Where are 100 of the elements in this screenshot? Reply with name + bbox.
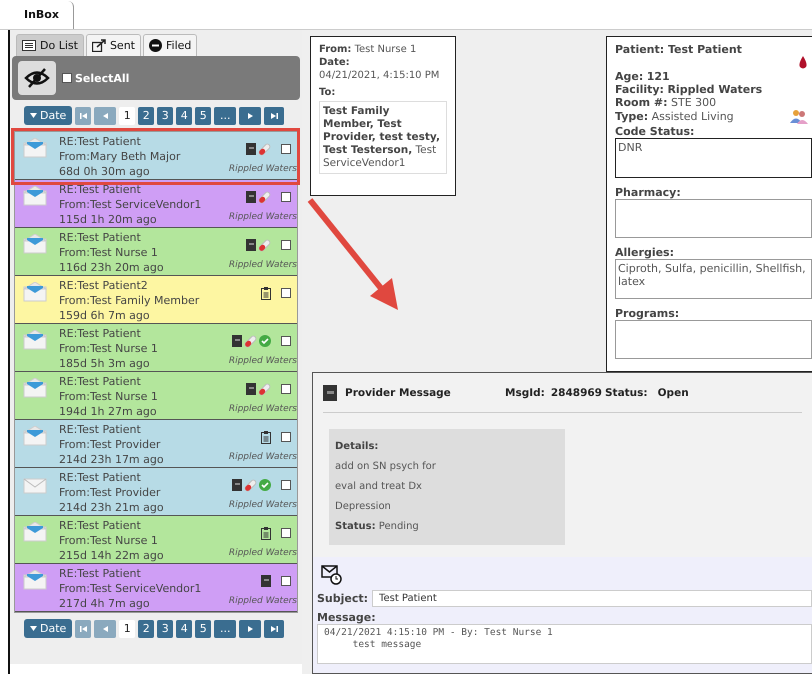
message-row[interactable]: RE:Test Patient From:Test Nurse 1 194d 1h 27m ago Rippled Waters	[15, 372, 297, 420]
to-label: To:	[319, 86, 336, 99]
checkbox[interactable]	[281, 384, 291, 394]
message-age: 115d 1h 20m ago	[59, 212, 158, 227]
checkbox[interactable]	[281, 576, 291, 586]
message-subject: RE:Test Patient	[59, 230, 142, 245]
checkbox[interactable]	[281, 144, 291, 154]
tab-label: Sent	[110, 39, 135, 52]
checkbox[interactable]	[281, 336, 291, 346]
envelope-clock-icon	[321, 565, 343, 585]
list-tab[interactable]: Sent	[86, 34, 141, 56]
hide-button[interactable]	[18, 61, 56, 95]
message-row[interactable]: RE:Test Patient From:Test Nurse 1 116d 23h 20m ago Rippled Waters	[15, 228, 297, 276]
patient-fact: Type: Assisted Living	[615, 110, 734, 123]
checkbox[interactable]	[281, 240, 291, 250]
message-age: 159d 6h 7m ago	[59, 308, 151, 323]
facility-label: Rippled Waters	[228, 548, 297, 558]
msgid-value: 2848969	[550, 386, 602, 398]
patient-fact: Facility: Rippled Waters	[615, 82, 762, 96]
document-icon	[246, 191, 256, 203]
page-button[interactable]: 2	[138, 106, 154, 124]
page-button[interactable]: ...	[214, 620, 236, 638]
page-button[interactable]: 2	[138, 620, 154, 638]
open-envelope-icon	[23, 186, 47, 206]
date-value: 04/21/2021, 4:15:10 PM	[319, 69, 440, 82]
next-icon	[248, 112, 253, 118]
message-age: 217d 4h 7m ago	[59, 596, 151, 611]
inbox-tab[interactable]: InBox	[10, 1, 74, 29]
message-subject: RE:Test Patient	[59, 470, 142, 485]
page-button[interactable]: 5	[195, 620, 212, 638]
first-icon	[80, 626, 87, 632]
checkbox[interactable]	[281, 528, 291, 538]
message-subject: RE:Test Patient	[59, 374, 142, 389]
message-age: 68d 0h 30m ago	[59, 164, 151, 179]
pill-icon	[258, 238, 271, 252]
last-icon	[270, 626, 278, 632]
last-page-button[interactable]	[264, 620, 284, 638]
field-label: Code Status:	[615, 125, 696, 138]
list-tab[interactable]: Filed	[142, 34, 198, 56]
patient-fact: Room #: STE 300	[615, 96, 716, 109]
checkbox[interactable]	[281, 432, 291, 442]
next-page-button[interactable]	[239, 620, 262, 638]
open-envelope-icon	[23, 378, 47, 398]
message-row[interactable]: RE:Test Patient From:Test Provider 214d 23h 21m ago Rippled Waters	[15, 468, 297, 516]
message-row[interactable]: RE:Test Patient From:Test ServiceVendor1 115d 1h 20m ago Rippled Waters	[15, 180, 297, 228]
date-label: Date:	[319, 56, 351, 69]
pill-icon	[258, 382, 271, 396]
message-subject: RE:Test Patient	[59, 326, 142, 341]
last-page-button[interactable]	[264, 106, 284, 124]
first-icon	[80, 112, 87, 118]
select-all-label: SelectAll	[75, 72, 130, 84]
open-envelope-icon	[23, 426, 47, 446]
message-row[interactable]: RE:Test Patient2 From:Test Family Member 159d 6h 7m ago	[15, 276, 297, 324]
page-button[interactable]: 4	[176, 106, 192, 124]
page-button[interactable]: 3	[157, 620, 174, 638]
next-page-button[interactable]	[239, 106, 262, 124]
document-icon	[232, 479, 242, 491]
message-row[interactable]: RE:Test Patient From:Test ServiceVendor1 217d 4h 7m ago Rippled Waters	[15, 564, 297, 612]
patient-fact: Age: 121	[615, 70, 670, 83]
message-subject: RE:Test Patient	[59, 566, 142, 581]
previous-icon	[102, 112, 108, 118]
message-row[interactable]: RE:Test Patient From:Test Provider 214d 23h 17m ago Rippled Waters	[15, 420, 297, 468]
people-icon	[790, 108, 808, 124]
message-sender: From:Test Nurse 1	[59, 389, 159, 404]
sort-button[interactable]: Date	[24, 619, 72, 638]
message-subject: RE:Test Patient2	[59, 278, 149, 293]
field-label: Pharmacy:	[615, 186, 682, 199]
checkbox[interactable]	[281, 288, 291, 298]
message-subject: RE:Test Patient	[59, 422, 142, 437]
message-row[interactable]: RE:Test Patient From:Test Nurse 1 185d 5h 3m ago Rippled Waters	[15, 324, 297, 372]
blood-drop-icon	[798, 56, 808, 70]
subject-field[interactable]: Test Patient	[372, 590, 812, 607]
page-button[interactable]: 4	[176, 620, 192, 638]
list-tab[interactable]: Do List	[16, 34, 84, 56]
caret-icon	[30, 113, 37, 118]
checkbox[interactable]	[281, 480, 291, 490]
external-arrow-icon	[92, 39, 106, 52]
checkbox[interactable]	[62, 73, 72, 83]
page-button[interactable]: 3	[157, 106, 174, 124]
clipboard-icon	[261, 526, 271, 540]
message-sender: From:Test ServiceVendor1	[59, 581, 202, 596]
checkbox[interactable]	[281, 192, 291, 202]
message-age: 214d 23h 17m ago	[59, 452, 165, 467]
caret-icon	[30, 626, 37, 631]
tab-label: Filed	[166, 39, 192, 52]
message-field[interactable]: 04/21/2021 4:15:10 PM - By: Test Nurse 1 test message	[317, 624, 812, 664]
message-sender: From:Mary Beth Major	[59, 149, 182, 164]
pill-icon	[258, 142, 271, 156]
page-button[interactable]: 5	[195, 106, 212, 124]
sort-button[interactable]: Date	[24, 106, 72, 125]
document-icon	[246, 143, 256, 155]
page-button[interactable]: 1	[119, 106, 136, 124]
from-line: From: Test Nurse 1	[319, 43, 418, 56]
page-button[interactable]: 1	[119, 620, 136, 638]
open-envelope-icon	[23, 522, 47, 542]
page-button[interactable]: ...	[214, 106, 236, 124]
previous-icon	[102, 626, 108, 632]
message-age: 116d 23h 20m ago	[59, 260, 165, 275]
message-row[interactable]: RE:Test Patient From:Test Nurse 1 215d 14h 22m ago Rippled Waters	[15, 516, 297, 564]
facility-label: Rippled Waters	[228, 404, 297, 414]
